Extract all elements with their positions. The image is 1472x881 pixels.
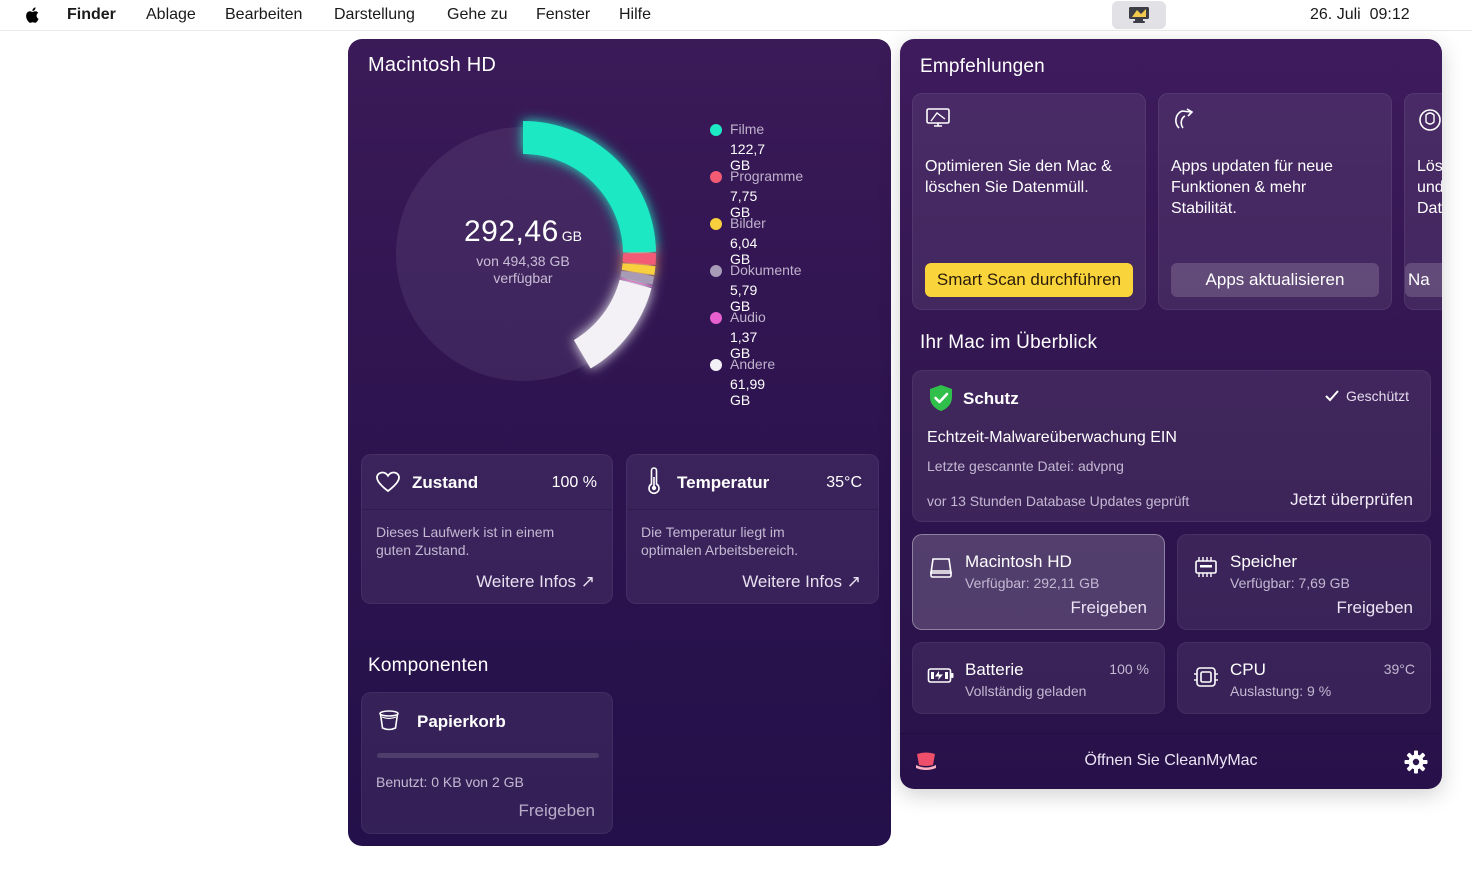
speicher-title: Speicher: [1230, 552, 1298, 571]
speicher-freigeben-button[interactable]: Freigeben: [1336, 598, 1413, 618]
komponenten-title: Komponenten: [368, 655, 489, 676]
cpu-icon: [1194, 667, 1218, 687]
shield-check-icon: [930, 385, 952, 411]
papierkorb-usage: Benutzt: 0 KB von 2 GB: [376, 774, 524, 790]
temperatur-title: Temperatur: [677, 473, 770, 492]
zustand-desc-2: guten Zustand.: [376, 542, 470, 558]
schutz-card[interactable]: Schutz Geschützt Echtzeit-Malwareüberwac…: [912, 370, 1431, 522]
papierkorb-freigeben-button[interactable]: Freigeben: [518, 801, 595, 821]
apps-update-button[interactable]: Apps aktualisieren: [1171, 263, 1379, 297]
papierkorb-card[interactable]: Papierkorb Benutzt: 0 KB von 2 GB Freige…: [361, 692, 613, 834]
menu-ablage[interactable]: Ablage: [146, 6, 196, 24]
legend-name: Andere: [730, 356, 776, 372]
monitor-cleanup-icon: [926, 108, 950, 127]
macintosh-hd-title: Macintosh HD: [965, 552, 1072, 571]
recommendation-text: Lös und Dat: [1417, 158, 1442, 217]
batterie-status: Vollständig geladen: [965, 683, 1087, 699]
heart-icon: [376, 471, 400, 493]
recommendation-card-updates[interactable]: Apps updaten für neue Funktionen & mehr …: [1158, 93, 1392, 310]
legend-dot: [710, 312, 722, 324]
schutz-db-update: vor 13 Stunden Database Updates geprüft: [927, 493, 1190, 509]
used-unit: GB: [561, 228, 582, 244]
temperatur-value: 35°C: [826, 474, 862, 491]
capacity-line: von 494,38 GB: [476, 253, 570, 269]
schutz-last-file: Letzte gescannte Datei: advpng: [927, 458, 1124, 474]
cpu-load: Auslastung: 9 %: [1230, 683, 1332, 699]
overview-title: Ihr Mac im Überblick: [920, 332, 1098, 353]
batterie-title: Batterie: [965, 660, 1024, 679]
menu-finder[interactable]: Finder: [67, 6, 116, 24]
available-label: verfügbar: [493, 270, 553, 286]
cleanmymac-tray-button[interactable]: [1112, 1, 1166, 29]
zustand-title: Zustand: [412, 473, 479, 492]
temperatur-desc-2: optimalen Arbeitsbereich.: [641, 542, 799, 558]
disk-title: Macintosh HD: [368, 54, 496, 76]
legend-size: 61,99 GB: [730, 376, 766, 408]
legend-dot: [710, 359, 722, 371]
legend-name: Programme: [730, 168, 804, 184]
temperatur-card[interactable]: Temperatur 35°C Die Temperatur liegt im …: [626, 454, 879, 604]
zustand-value: 100 %: [551, 474, 597, 491]
papierkorb-usage-bar: [377, 753, 599, 758]
legend-name: Audio: [730, 309, 766, 325]
thermometer-icon: [648, 467, 660, 495]
legend-name: Bilder: [730, 215, 766, 231]
macintosh-hd-tile[interactable]: Macintosh HD Verfügbar: 292,11 GB Freige…: [912, 534, 1165, 630]
menu-bar: Finder Ablage Bearbeiten Darstellung Geh…: [0, 0, 1472, 31]
menu-bearbeiten[interactable]: Bearbeiten: [225, 6, 302, 24]
macintosh-hd-available: Verfügbar: 292,11 GB: [965, 575, 1100, 591]
legend-name: Dokumente: [730, 262, 802, 278]
recommendation-card-cleanup[interactable]: Optimieren Sie den Mac & löschen Sie Dat…: [912, 93, 1146, 310]
batterie-tile[interactable]: Batterie Vollständig geladen 100 %: [912, 642, 1165, 714]
menu-hilfe[interactable]: Hilfe: [619, 6, 651, 24]
jetzt-ueberpruefen-button[interactable]: Jetzt überprüfen: [1290, 490, 1413, 510]
legend-dot: [710, 171, 722, 183]
recommendations-title: Empfehlungen: [920, 56, 1045, 77]
cpu-temperature: 39°C: [1383, 661, 1415, 677]
speicher-available: Verfügbar: 7,69 GB: [1230, 575, 1350, 591]
drive-icon: [930, 558, 952, 578]
schutz-title: Schutz: [963, 389, 1019, 408]
recommendation-text: Optimieren Sie den Mac & löschen Sie Dat…: [925, 158, 1112, 196]
zustand-more-info-link[interactable]: Weitere Infos ↗: [476, 572, 595, 592]
smart-scan-button[interactable]: Smart Scan durchführen: [925, 263, 1133, 297]
legend-dot: [710, 265, 722, 277]
menu-darstellung[interactable]: Darstellung: [334, 6, 415, 24]
battery-icon: [927, 668, 954, 683]
legend-name: Filme: [730, 121, 765, 137]
papierkorb-title: Papierkorb: [417, 712, 506, 731]
zustand-card[interactable]: Zustand 100 % Dieses Laufwerk ist in ein…: [361, 454, 613, 604]
zustand-desc-1: Dieses Laufwerk ist in einem: [376, 524, 555, 540]
privacy-icon: [1419, 109, 1441, 131]
settings-gear-icon[interactable]: [1404, 750, 1428, 774]
donut-center: 292,46 GB von 494,38 GB verfügbar: [418, 215, 628, 287]
recommendation-card-partial[interactable]: Lös und Dat Na: [1404, 93, 1442, 310]
memory-chip-icon: [1195, 557, 1217, 577]
schutz-realtime-status: Echtzeit-Malwareüberwachung EIN: [927, 429, 1177, 446]
temperatur-more-info-link[interactable]: Weitere Infos ↗: [742, 572, 861, 592]
app-update-icon: [1175, 108, 1194, 129]
apple-icon[interactable]: [24, 6, 42, 24]
used-value: 292,46: [464, 215, 559, 248]
menu-clock[interactable]: 26. Juli 09:12: [1310, 6, 1410, 24]
macintosh-hd-freigeben-button[interactable]: Freigeben: [1070, 598, 1147, 618]
temperatur-desc-1: Die Temperatur liegt im: [641, 524, 785, 540]
overview-panel: Empfehlungen Optimieren Sie den Mac & lö…: [900, 39, 1442, 789]
disk-panel: Macintosh HD 292,46 GB von 494,38 GB verf…: [348, 39, 891, 846]
cpu-tile[interactable]: CPU Auslastung: 9 % 39°C: [1177, 642, 1431, 714]
legend-dot: [710, 124, 722, 136]
partial-action-button[interactable]: Na: [1405, 263, 1442, 297]
menu-fenster[interactable]: Fenster: [536, 6, 590, 24]
batterie-value: 100 %: [1109, 661, 1149, 677]
checkmark-icon: [1325, 390, 1339, 402]
recommendation-text: Apps updaten für neue Funktionen & mehr …: [1171, 158, 1333, 217]
legend-dot: [710, 218, 722, 230]
cleanmymac-menu-icon: [1129, 7, 1149, 23]
open-cleanmymac-button[interactable]: Öffnen Sie CleanMyMac: [900, 752, 1442, 770]
menu-gehe-zu[interactable]: Gehe zu: [447, 6, 507, 24]
trash-icon: [379, 710, 399, 731]
speicher-tile[interactable]: Speicher Verfügbar: 7,69 GB Freigeben: [1177, 534, 1431, 630]
schutz-status: Geschützt: [1346, 388, 1410, 404]
cpu-title: CPU: [1230, 660, 1266, 679]
